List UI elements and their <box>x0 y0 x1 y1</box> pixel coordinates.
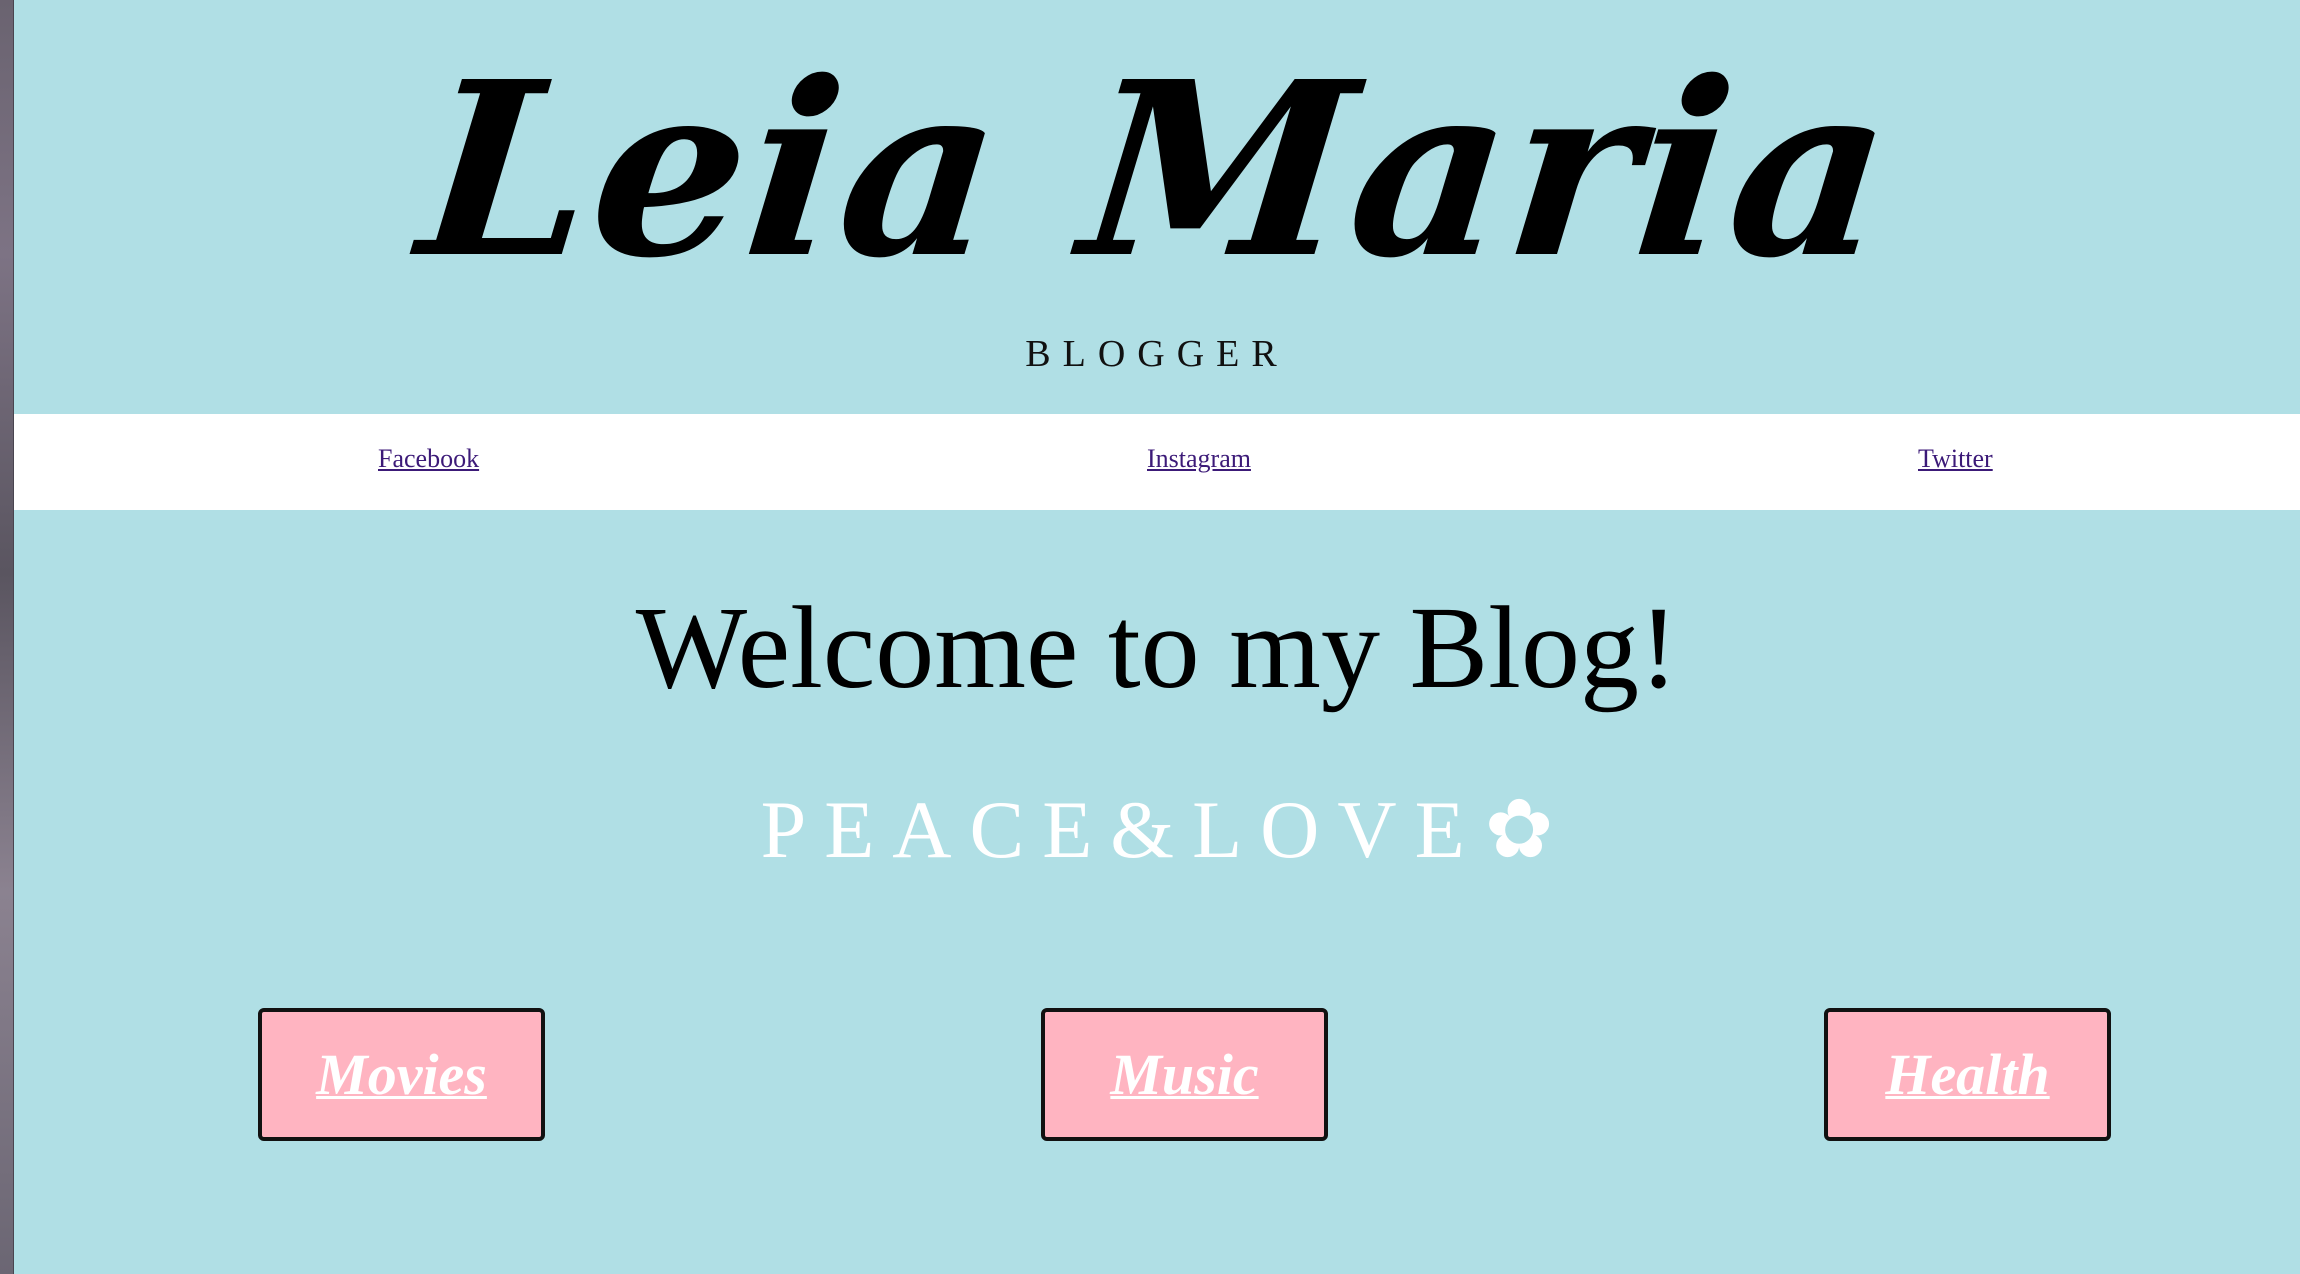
movies-button-label: Movies <box>316 1042 487 1107</box>
tagline: PEACE&LOVE✿ <box>14 780 2300 880</box>
instagram-link[interactable]: Instagram <box>1147 444 1251 474</box>
header: Leia Maria BLOGGER <box>14 0 2300 414</box>
health-button-label: Health <box>1885 1042 2050 1107</box>
music-button[interactable]: Music <box>1041 1008 1328 1141</box>
facebook-link[interactable]: Facebook <box>378 444 479 474</box>
page: Leia Maria BLOGGER Facebook Instagram Tw… <box>14 0 2300 1274</box>
movies-button[interactable]: Movies <box>258 1008 545 1141</box>
site-logo[interactable]: Leia Maria <box>0 20 2300 320</box>
flower-icon: ✿ <box>1484 782 1554 877</box>
tagline-text: PEACE&LOVE <box>760 784 1483 875</box>
social-nav-bar: Facebook Instagram Twitter <box>14 414 2300 510</box>
site-subtitle: BLOGGER <box>1025 333 1289 375</box>
music-button-label: Music <box>1110 1042 1259 1107</box>
twitter-link[interactable]: Twitter <box>1918 444 1993 474</box>
welcome-heading: Welcome to my Blog! <box>635 582 1679 713</box>
health-button[interactable]: Health <box>1824 1008 2111 1141</box>
